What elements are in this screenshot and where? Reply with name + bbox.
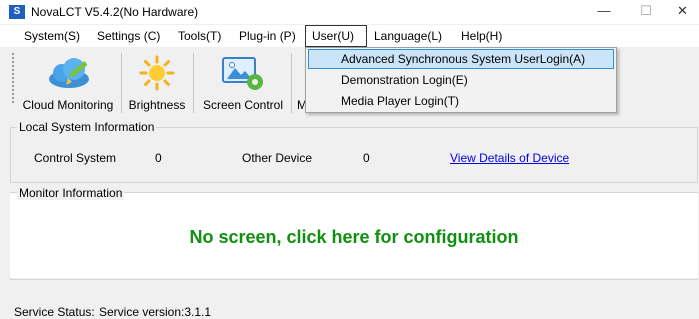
screen-control-label: Screen Control <box>202 98 284 112</box>
other-device-value: 0 <box>363 151 370 165</box>
menu-item-advanced-sync-login[interactable]: Advanced Synchronous System UserLogin(A) <box>308 49 614 69</box>
truncated-toolbar-button[interactable]: M <box>293 47 307 117</box>
menu-language[interactable]: Language(L) <box>368 25 448 47</box>
local-system-title: Local System Information <box>17 120 157 134</box>
cloud-monitoring-button[interactable]: Cloud Monitoring <box>20 47 116 117</box>
sun-icon <box>139 55 175 91</box>
monitor-title: Monitor Information <box>17 186 125 200</box>
other-device-label: Other Device <box>242 151 313 165</box>
cloud-monitoring-label: Cloud Monitoring <box>22 98 114 112</box>
view-device-details-link[interactable]: View Details of Device <box>450 151 569 165</box>
menu-item-media-player-login[interactable]: Media Player Login(T) <box>308 91 614 111</box>
menu-settings[interactable]: Settings (C) <box>91 25 166 47</box>
menu-plugin[interactable]: Plug-in (P) <box>233 25 302 47</box>
minimize-button[interactable]: — <box>584 0 624 24</box>
brightness-button[interactable]: Brightness <box>124 47 190 117</box>
brightness-label: Brightness <box>128 98 186 112</box>
title-bar: S NovaLCT V5.4.2(No Hardware) — ☐ ✕ <box>0 0 699 24</box>
menu-help[interactable]: Help(H) <box>455 25 508 47</box>
menu-item-demonstration-login[interactable]: Demonstration Login(E) <box>308 70 614 90</box>
menu-user[interactable]: User(U) <box>305 25 367 47</box>
maximize-button[interactable]: ☐ <box>626 0 666 24</box>
screen-control-button[interactable]: Screen Control <box>197 47 289 117</box>
close-button[interactable]: ✕ <box>666 0 699 24</box>
toolbar-separator <box>291 53 292 113</box>
service-status-label: Service Status: <box>14 305 95 319</box>
screen-gear-icon <box>222 57 263 90</box>
service-version-text: Service version:3.1.1 <box>99 305 212 319</box>
menu-system[interactable]: System(S) <box>18 25 86 47</box>
toolbar-separator <box>193 53 194 113</box>
toolbar-separator <box>121 53 122 113</box>
app-logo-icon: S <box>9 5 25 19</box>
user-dropdown-menu: Advanced Synchronous System UserLogin(A)… <box>305 47 617 113</box>
toolbar-grip[interactable] <box>12 53 14 105</box>
window-title: NovaLCT V5.4.2(No Hardware) <box>31 5 199 19</box>
truncated-toolbar-label: M <box>297 98 307 112</box>
menu-tools[interactable]: Tools(T) <box>172 25 227 47</box>
monitor-panel[interactable]: No screen, click here for configuration <box>10 193 698 278</box>
menu-bar: System(S) Settings (C) Tools(T) Plug-in … <box>0 25 699 47</box>
screen-config-prompt[interactable]: No screen, click here for configuration <box>10 227 698 248</box>
control-system-label: Control System <box>34 151 117 165</box>
control-system-value: 0 <box>155 151 162 165</box>
cloud-pen-icon <box>49 58 89 88</box>
